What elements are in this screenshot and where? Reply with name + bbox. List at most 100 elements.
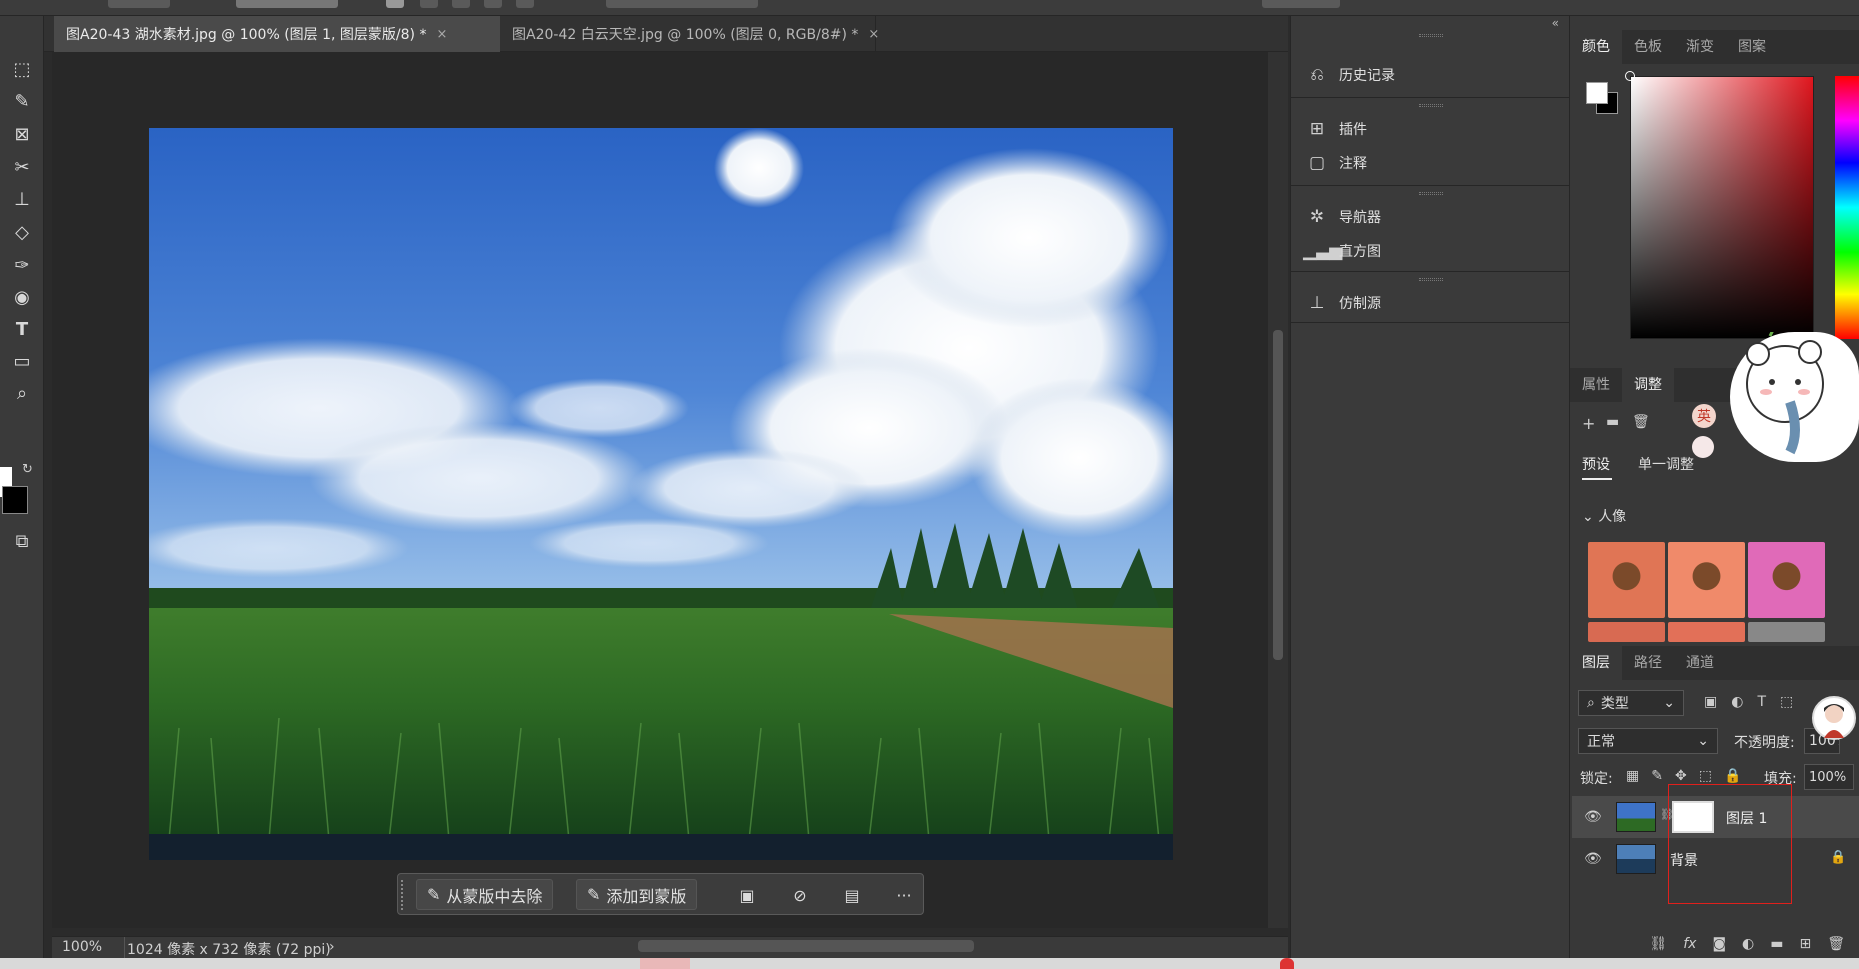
lock-position-icon[interactable]: ✥	[1675, 768, 1687, 784]
collapse-panels-icon[interactable]: «	[1552, 16, 1559, 30]
panel-item-histogram[interactable]: ▁▃▅ 直方图	[1291, 236, 1571, 266]
blur-tool-icon[interactable]: ◉	[8, 284, 36, 310]
preset-portrait-5[interactable]	[1668, 622, 1745, 642]
lock-artboard-icon[interactable]: ⬚	[1699, 768, 1712, 784]
tab-layers[interactable]: 图层	[1570, 646, 1622, 680]
tab-adjustments[interactable]: 调整	[1622, 368, 1674, 402]
tab-channels[interactable]: 通道	[1674, 646, 1726, 680]
shape-filter-icon[interactable]: ⬚	[1780, 694, 1793, 710]
frame-tool-icon[interactable]: ⊠	[8, 121, 36, 147]
section-portrait[interactable]: ⌄ 人像	[1582, 506, 1626, 526]
marquee-tool-icon[interactable]: ⬚	[8, 56, 36, 82]
tab-properties[interactable]: 属性	[1570, 368, 1622, 402]
contextual-task-bar: ✎ 从蒙版中去除 ✎ 添加到蒙版 ▣ ⊘ ▤ ···	[397, 873, 924, 915]
sticker-badge: 英	[1692, 404, 1716, 428]
panel-item-clone-source[interactable]: ⊥ 仿制源	[1291, 288, 1571, 318]
tab-cloud-sky[interactable]: 图A20-42 白云天空.jpg @ 100% (图层 0, RGB/8#) *…	[500, 16, 879, 52]
new-layer-icon[interactable]: ⊞	[1799, 936, 1811, 952]
panel-item-navigator[interactable]: ✲ 导航器	[1291, 202, 1571, 232]
hue-slider[interactable]	[1835, 76, 1859, 339]
eraser-tool-icon[interactable]: ◇	[8, 219, 36, 245]
plugin-icon: ⊞	[1309, 119, 1325, 139]
lock-all-icon[interactable]: 🔒	[1724, 768, 1741, 784]
folder-icon[interactable]: ▬	[1606, 414, 1619, 430]
taskbar-strip	[0, 958, 1859, 969]
preset-portrait-4[interactable]	[1588, 622, 1665, 642]
mask-settings-icon[interactable]: ▣	[733, 881, 761, 909]
color-saturation-field[interactable]	[1630, 76, 1814, 339]
search-icon: ⌕	[1587, 695, 1595, 711]
preset-portrait-1[interactable]	[1588, 542, 1665, 618]
adjustment-layer-icon[interactable]: ◐	[1742, 936, 1754, 952]
type-tool-icon[interactable]: T	[8, 316, 36, 342]
add-to-mask-button[interactable]: ✎ 添加到蒙版	[576, 879, 698, 910]
link-icon[interactable]: ⛓	[1649, 936, 1667, 952]
swap-colors-icon[interactable]: ↻	[22, 462, 33, 477]
delete-layer-icon[interactable]: 🗑	[1827, 936, 1845, 952]
blend-mode-select[interactable]: 正常 ⌄	[1578, 728, 1718, 754]
fx-icon[interactable]: fx	[1683, 936, 1696, 952]
panel-item-history[interactable]: ⎌ 历史记录	[1291, 60, 1571, 90]
close-icon[interactable]: ×	[868, 27, 879, 42]
filter-kind-label: 类型	[1600, 696, 1629, 712]
tab-single-adjustment[interactable]: 单一调整	[1638, 454, 1694, 474]
quick-select-tool-icon[interactable]: ✎	[8, 88, 36, 114]
group-folder-icon[interactable]: ▬	[1770, 936, 1783, 952]
rectangle-tool-icon[interactable]: ▭	[8, 348, 36, 374]
stamp-tool-icon[interactable]: ⊥	[8, 186, 36, 212]
image-filter-icon[interactable]: ▣	[1704, 694, 1717, 710]
tab-patterns[interactable]: 图案	[1726, 30, 1778, 64]
button-label: 从蒙版中去除	[446, 886, 543, 906]
zoom-tool-icon[interactable]: ⌕	[8, 380, 36, 406]
document-image[interactable]	[149, 128, 1173, 860]
crop-tool-icon[interactable]: ✂	[8, 154, 36, 180]
trash-icon[interactable]: 🗑	[1632, 414, 1650, 430]
vertical-scroll-thumb[interactable]	[1273, 330, 1283, 660]
type-filter-icon[interactable]: T	[1757, 694, 1766, 710]
fill-input[interactable]: 100%	[1804, 764, 1854, 790]
tab-presets[interactable]: 预设	[1582, 454, 1610, 474]
visibility-eye-icon[interactable]: 👁	[1584, 851, 1602, 867]
zoom-level[interactable]: 100%	[62, 939, 102, 955]
lock-pixels-icon[interactable]: ✎	[1651, 768, 1663, 784]
brush-plus-icon: ✎	[587, 885, 601, 904]
visibility-eye-icon[interactable]: 👁	[1584, 809, 1602, 825]
tab-lake-material[interactable]: 图A20-43 湖水素材.jpg @ 100% (图层 1, 图层蒙版/8) *…	[54, 16, 500, 52]
panel-item-label: 导航器	[1339, 210, 1381, 226]
tab-swatches[interactable]: 色板	[1622, 30, 1674, 64]
layers-footer: ⛓ fx ◙ ◐ ▬ ⊞ 🗑	[1570, 930, 1859, 958]
status-menu-arrow-icon[interactable]: ›	[329, 939, 335, 955]
remove-from-mask-button[interactable]: ✎ 从蒙版中去除	[416, 879, 554, 910]
screen-mode-icon[interactable]: ⧉	[8, 528, 36, 554]
document-tabs: 图A20-43 湖水素材.jpg @ 100% (图层 1, 图层蒙版/8) *…	[44, 16, 1288, 52]
panel-item-comments[interactable]: ▢ 注释	[1291, 148, 1571, 178]
preset-portrait-3[interactable]	[1748, 542, 1825, 618]
adjustment-filter-icon[interactable]: ◐	[1731, 694, 1743, 710]
panel-dock-left: « ⎌ 历史记录 ⊞ 插件 ▢ 注释 ✲ 导航器 ▁▃▅ 直方图 ⊥ 仿制源	[1290, 16, 1571, 958]
add-mask-icon[interactable]: ◙	[1712, 936, 1726, 952]
tab-color[interactable]: 颜色	[1570, 30, 1622, 64]
color-picker-handle[interactable]	[1625, 71, 1635, 81]
more-options-icon[interactable]: ···	[890, 881, 918, 909]
mask-options-icon[interactable]: ▤	[838, 881, 866, 909]
close-icon[interactable]: ×	[436, 27, 447, 42]
tab-gradients[interactable]: 渐变	[1674, 30, 1726, 64]
tab-paths[interactable]: 路径	[1622, 646, 1674, 680]
horizontal-scroll-thumb[interactable]	[638, 940, 974, 952]
panel-item-plugins[interactable]: ⊞ 插件	[1291, 114, 1571, 144]
panel-item-label: 直方图	[1339, 244, 1381, 260]
foreground-swatch[interactable]	[1586, 82, 1608, 104]
disable-mask-icon[interactable]: ⊘	[786, 881, 814, 909]
layers-panel-tabs: 图层 路径 通道	[1570, 646, 1859, 680]
layer-filter-kind[interactable]: ⌕ 类型 ⌄	[1578, 690, 1684, 716]
preset-portrait-6[interactable]	[1748, 622, 1825, 642]
opacity-label: 不透明度:	[1734, 735, 1795, 751]
preset-portrait-2[interactable]	[1668, 542, 1745, 618]
layer-filter-icons: ▣ ◐ T ⬚	[1704, 694, 1793, 710]
lock-transparent-icon[interactable]: ▦	[1626, 768, 1639, 784]
drag-handle[interactable]	[401, 880, 407, 910]
brush-tool-icon[interactable]: ✑	[8, 252, 36, 278]
comment-icon: ▢	[1308, 153, 1326, 173]
background-color-swatch[interactable]	[2, 486, 28, 514]
add-icon[interactable]: +	[1582, 414, 1595, 433]
